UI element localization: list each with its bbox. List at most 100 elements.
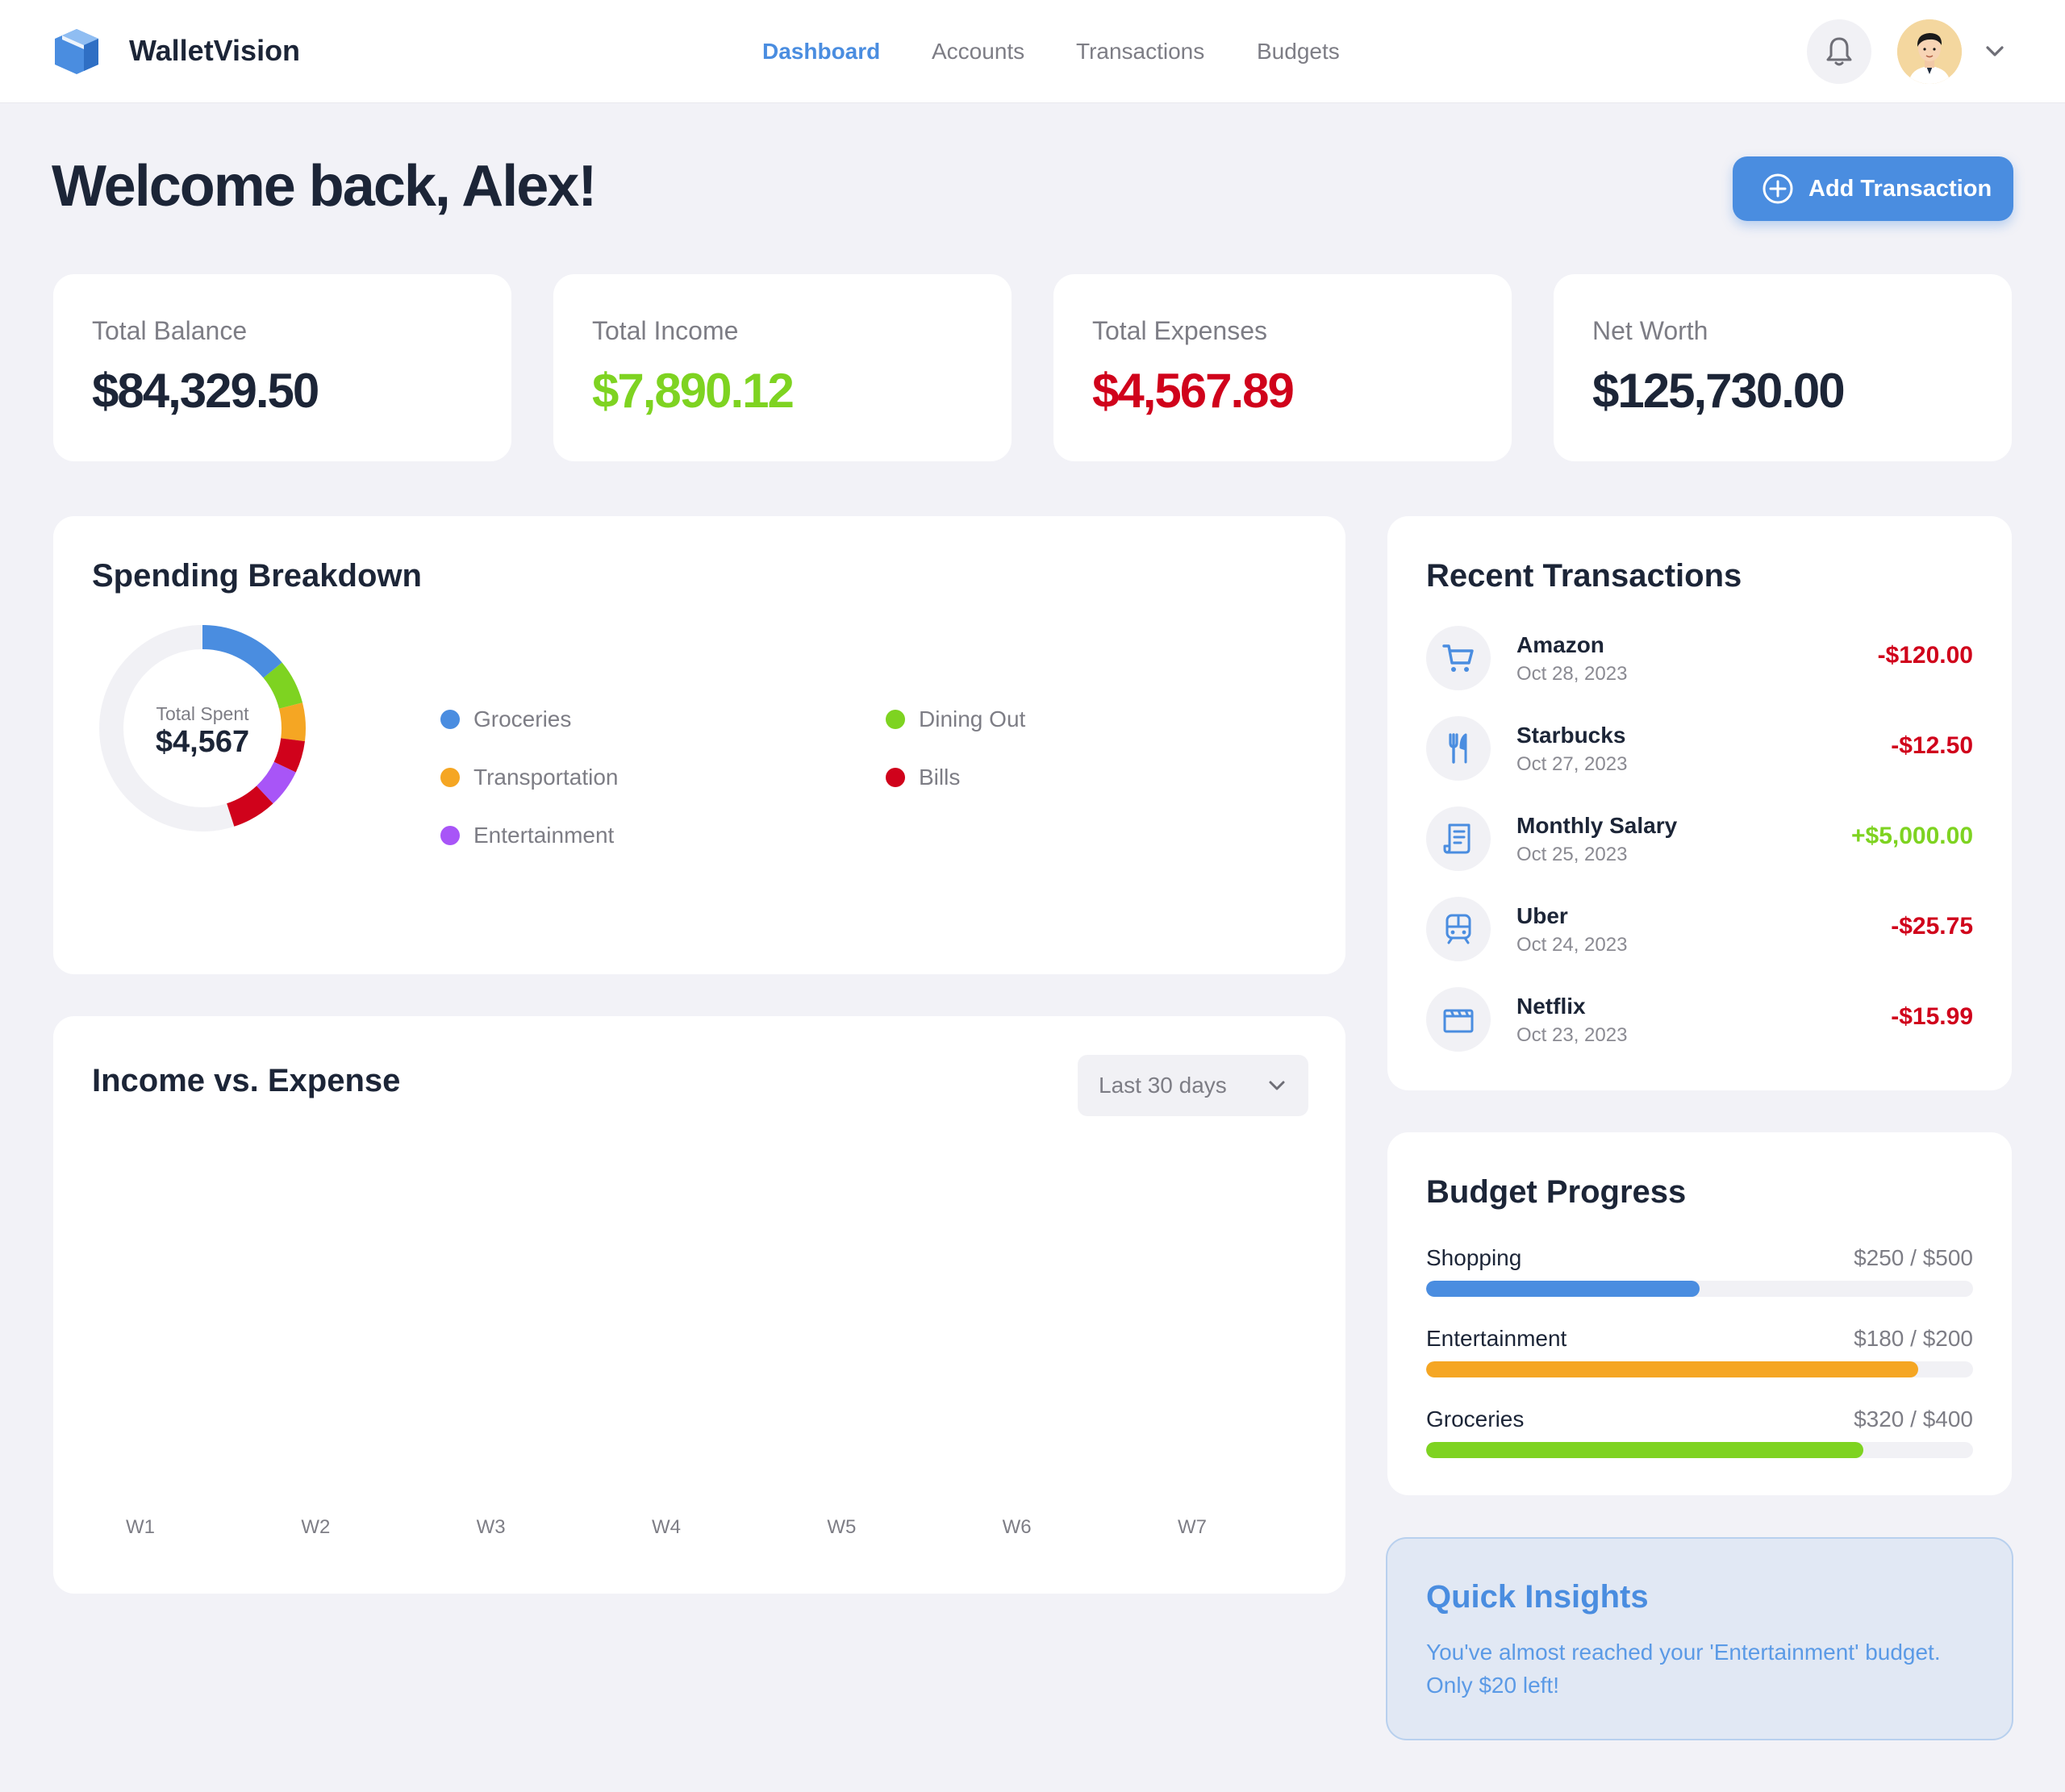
stat-card-total-income: Total Income $7,890.12: [553, 274, 1012, 461]
transaction-date: Oct 25, 2023: [1516, 844, 1628, 865]
legend-item-groceries: Groceries: [440, 706, 571, 732]
transaction-amount: -$12.50: [1891, 732, 1973, 759]
x-axis-tick-label: W7: [1178, 1516, 1207, 1538]
nav-budgets[interactable]: Budgets: [1257, 39, 1340, 65]
legend-item-dining-out: Dining Out: [886, 706, 1025, 732]
legend-item-bills: Bills: [886, 765, 960, 790]
x-axis-tick-label: W4: [652, 1516, 681, 1538]
transaction-date: Oct 24, 2023: [1516, 934, 1628, 956]
transaction-name: Starbucks: [1516, 723, 1626, 748]
fork-knife-icon: [1449, 733, 1467, 764]
donut-center-value: $4,567: [156, 725, 249, 759]
legend-dot: [440, 710, 460, 729]
user-avatar[interactable]: [1897, 19, 1962, 84]
stat-value: $7,890.12: [592, 364, 795, 418]
stat-card-total-expenses: Total Expenses $4,567.89: [1053, 274, 1512, 461]
transaction-date: Oct 23, 2023: [1516, 1024, 1628, 1046]
budget-progress-title: Budget Progress: [1426, 1174, 1687, 1210]
budget-progress-fill: [1426, 1442, 1864, 1458]
donut-center-label: Total Spent: [156, 703, 249, 724]
date-range-value: Last 30 days: [1099, 1073, 1227, 1098]
budget-progress-track: [1426, 1281, 1973, 1297]
budget-label: Groceries: [1426, 1407, 1525, 1432]
stat-value: $84,329.50: [92, 364, 319, 418]
legend-label: Groceries: [473, 706, 572, 731]
budget-progress-card: Budget Progress Shopping $250 / $500 Ent…: [1387, 1132, 2012, 1495]
budget-amount: $320 / $400: [1854, 1407, 1973, 1432]
x-axis-tick-label: W1: [126, 1516, 155, 1538]
transaction-icon-wrap: [1426, 716, 1491, 781]
x-axis-tick-label: W2: [301, 1516, 331, 1538]
transaction-icon-wrap: [1426, 626, 1491, 690]
brand-name[interactable]: WalletVision: [129, 34, 300, 68]
chevron-down-icon: [1269, 1081, 1285, 1090]
spending-donut-chart: Total Spent $4,567: [99, 625, 306, 831]
spending-breakdown-title: Spending Breakdown: [92, 558, 422, 594]
top-navigation-bar: WalletVision Dashboard Accounts Transact…: [0, 0, 2065, 103]
transaction-amount: -$120.00: [1877, 642, 1973, 669]
legend-label: Bills: [919, 765, 961, 790]
transaction-icon-wrap: [1426, 987, 1491, 1052]
budget-label: Shopping: [1426, 1245, 1522, 1270]
plus-circle-icon: [1763, 173, 1793, 204]
x-axis-tick-label: W3: [476, 1516, 506, 1538]
bell-icon: [1826, 37, 1852, 66]
transaction-name: Netflix: [1516, 994, 1586, 1019]
budget-label: Entertainment: [1426, 1326, 1567, 1351]
user-portrait-icon: [1897, 19, 1962, 84]
transaction-amount: -$15.99: [1891, 1003, 1973, 1030]
stat-label: Net Worth: [1592, 316, 1708, 345]
transaction-name: Uber: [1516, 903, 1568, 928]
cube-logo-icon[interactable]: [52, 27, 102, 76]
legend-label: Dining Out: [919, 706, 1026, 731]
transaction-icon-wrap: [1426, 897, 1491, 961]
budget-amount: $250 / $500: [1854, 1245, 1973, 1270]
notifications-button[interactable]: [1807, 19, 1871, 84]
legend-item-transportation: Transportation: [440, 765, 619, 790]
nav-accounts[interactable]: Accounts: [932, 39, 1024, 65]
spending-breakdown-card: Spending Breakdown Total Spent $4,567 Gr…: [53, 516, 1345, 974]
transaction-amount: +$5,000.00: [1851, 823, 1973, 849]
nav-dashboard[interactable]: Dashboard: [762, 39, 880, 65]
budget-amount: $180 / $200: [1854, 1326, 1973, 1351]
transaction-name: Amazon: [1516, 632, 1604, 657]
x-axis-tick-label: W5: [827, 1516, 857, 1538]
quick-insights-text: You've almost reached your 'Entertainmen…: [1426, 1640, 1941, 1698]
stat-value: $4,567.89: [1092, 364, 1295, 418]
chevron-down-icon[interactable]: [1983, 40, 2007, 63]
add-transaction-label: Add Transaction: [1808, 175, 1992, 202]
train-icon: [1446, 914, 1471, 944]
legend-dot: [886, 710, 905, 729]
stat-label: Total Income: [592, 316, 739, 345]
quick-insights-title: Quick Insights: [1426, 1579, 1649, 1615]
cart-icon: [1442, 644, 1474, 672]
legend-item-entertainment: Entertainment: [440, 823, 614, 848]
date-range-select[interactable]: Last 30 days: [1078, 1055, 1308, 1116]
add-transaction-button[interactable]: Add Transaction: [1733, 156, 2013, 221]
nav-transactions[interactable]: Transactions: [1076, 39, 1204, 65]
transaction-amount: -$25.75: [1891, 913, 1973, 940]
recent-transactions-card: Recent Transactions Amazon Oct 28, 2023 …: [1387, 516, 2012, 1090]
transaction-icon-wrap: [1426, 806, 1491, 871]
stat-label: Total Balance: [92, 316, 248, 345]
legend-dot: [440, 768, 460, 787]
transaction-date: Oct 28, 2023: [1516, 663, 1628, 685]
welcome-heading: Welcome back, Alex!: [52, 154, 597, 219]
recent-transactions-title: Recent Transactions: [1426, 558, 1742, 594]
budget-progress-fill: [1426, 1281, 1700, 1297]
stat-card-net-worth: Net Worth $125,730.00: [1554, 274, 2012, 461]
budget-progress-track: [1426, 1361, 1973, 1377]
transaction-name: Monthly Salary: [1516, 813, 1678, 838]
quick-insights-card: Quick Insights You've almost reached you…: [1386, 1537, 2013, 1740]
stat-label: Total Expenses: [1092, 316, 1268, 345]
stat-value: $125,730.00: [1592, 364, 1846, 418]
legend-label: Entertainment: [473, 823, 615, 848]
income-expense-title: Income vs. Expense: [92, 1063, 401, 1098]
receipt-icon: [1443, 823, 1471, 854]
transaction-date: Oct 27, 2023: [1516, 753, 1628, 775]
income-expense-card: Income vs. Expense Last 30 days: [53, 1016, 1345, 1594]
legend-dot: [886, 768, 905, 787]
legend-label: Transportation: [473, 765, 619, 790]
legend-dot: [440, 826, 460, 845]
x-axis-tick-label: W6: [1002, 1516, 1032, 1538]
